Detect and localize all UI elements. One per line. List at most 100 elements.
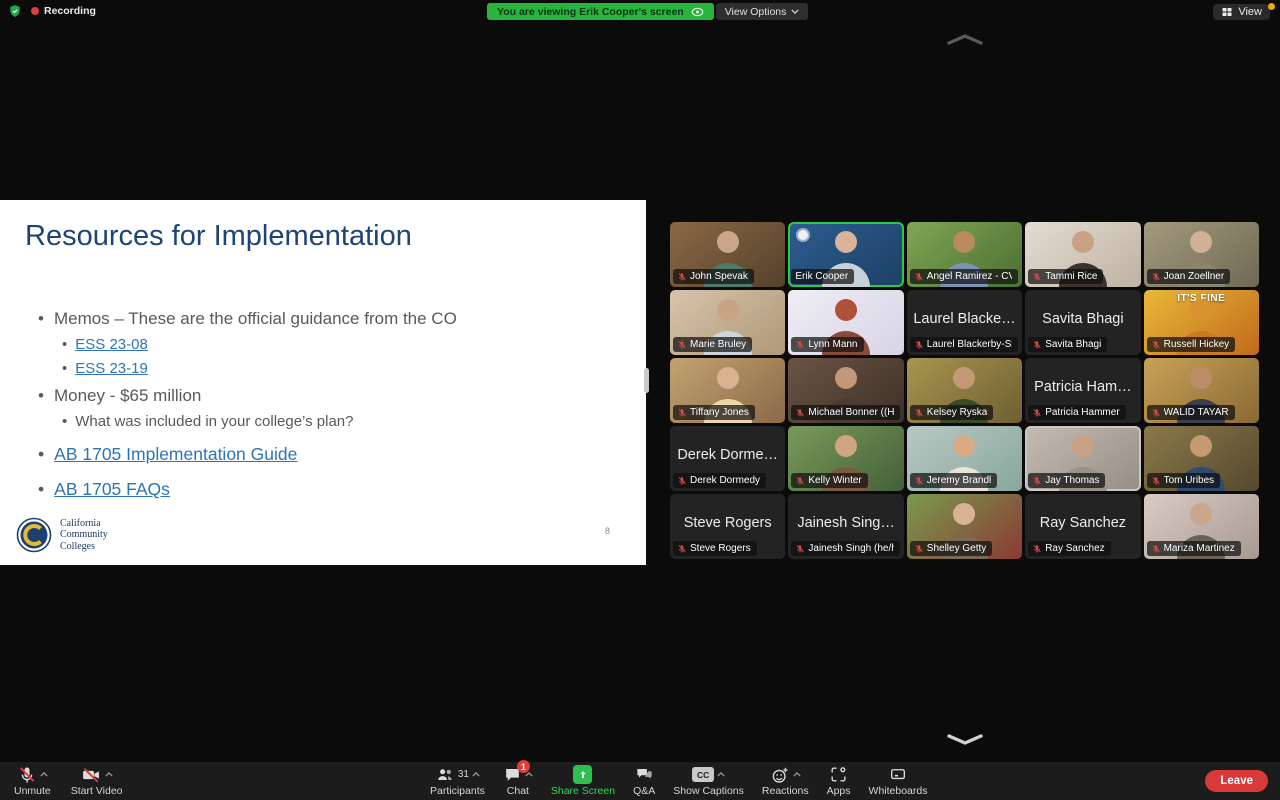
bullet-text: ESS 23-19 (75, 360, 148, 377)
participant-name: Savita Bhagi (1045, 339, 1101, 350)
muted-mic-icon (677, 272, 687, 282)
panel-resize-handle[interactable] (644, 368, 649, 393)
person-silhouette-head (953, 435, 975, 457)
reactions-button[interactable]: Reactions (756, 762, 815, 800)
person-silhouette-head (835, 367, 857, 389)
show-captions-label: Show Captions (673, 785, 744, 797)
participant-tile[interactable]: Kelly Winter (788, 426, 903, 491)
participant-tile[interactable]: Patricia Ham…Patricia Hammer (1025, 358, 1140, 423)
chevron-down-icon (791, 9, 799, 14)
participant-name-tag: Jay Thomas (1028, 473, 1105, 488)
slide-link[interactable]: •ESS 23-08 (62, 336, 618, 353)
participant-tile[interactable]: Angel Ramirez - CVH… (907, 222, 1022, 287)
person-silhouette-head (1190, 367, 1212, 389)
participant-name: Tiffany Jones (690, 407, 749, 418)
chevron-up-icon[interactable] (793, 772, 801, 777)
participant-tile[interactable]: Jeremy Brandl (907, 426, 1022, 491)
college-logo-text: California Community Colleges (60, 518, 108, 553)
chevron-up-icon[interactable] (472, 772, 480, 777)
participant-grid: John Spevak Erik Cooper Angel Ramirez - CV… (670, 222, 1259, 559)
participant-tile[interactable]: Laurel Blacke…Laurel Blackerby-Slat… (907, 290, 1022, 355)
qa-button[interactable]: Q&A (627, 762, 661, 800)
participant-tile[interactable]: Kelsey Ryska (907, 358, 1022, 423)
leave-button[interactable]: Leave (1205, 770, 1268, 792)
participant-name: Tom Uribes (1164, 475, 1215, 486)
participant-tile[interactable]: Derek Dorme…Derek Dormedy (670, 426, 785, 491)
apps-button[interactable]: Apps (821, 762, 857, 800)
share-screen-button[interactable]: Share Screen (545, 762, 621, 800)
chevron-up-icon[interactable] (717, 772, 725, 777)
bullet-text: Money - $65 million (54, 386, 201, 406)
participant-name-tag: Russell Hickey (1147, 337, 1236, 352)
start-video-button[interactable]: Start Video (65, 762, 129, 800)
muted-mic-icon (1151, 340, 1161, 350)
participant-tile[interactable]: Mariza Martinez (1144, 494, 1259, 559)
participants-button[interactable]: 31 Participants (424, 762, 491, 800)
camera-off-icon (80, 765, 102, 785)
participant-tile[interactable]: Joan Zoellner (1144, 222, 1259, 287)
muted-mic-icon (1151, 476, 1161, 486)
participant-name-tag: Jeremy Brandl (910, 473, 997, 488)
slide-link[interactable]: •AB 1705 FAQs (38, 479, 618, 500)
chat-label: Chat (507, 785, 529, 797)
participant-tile[interactable]: Steve RogersSteve Rogers (670, 494, 785, 559)
muted-mic-icon (1032, 340, 1042, 350)
participant-tile[interactable]: Shelley Getty (907, 494, 1022, 559)
participant-tile[interactable]: IT'S FINERussell Hickey (1144, 290, 1259, 355)
bullet-marker: • (38, 309, 44, 329)
bullet-text: Memos – These are the official guidance … (54, 309, 457, 329)
view-options-label: View Options (725, 6, 787, 18)
participant-name-tag: Tiffany Jones (673, 405, 755, 420)
participant-tile[interactable]: Savita BhagiSavita Bhagi (1025, 290, 1140, 355)
participant-name: Mariza Martinez (1164, 543, 1235, 554)
recording-dot-icon (31, 7, 39, 15)
gallery-scroll-down-icon[interactable] (946, 733, 984, 746)
participant-tile[interactable]: Jay Thomas (1025, 426, 1140, 491)
slide-link[interactable]: • ESS 23-19 (62, 360, 618, 377)
chevron-up-icon[interactable] (105, 772, 113, 777)
participant-name-tag: John Spevak (673, 269, 754, 284)
participant-name: Patricia Hammer (1045, 407, 1119, 418)
participant-tile[interactable]: Erik Cooper (788, 222, 903, 287)
person-silhouette-head (835, 435, 857, 457)
muted-mic-icon (1032, 408, 1042, 418)
gallery-scroll-up-icon[interactable] (946, 33, 984, 46)
muted-mic-icon (914, 272, 924, 282)
security-shield-icon[interactable] (8, 4, 22, 18)
unmute-label: Unmute (14, 785, 51, 797)
participant-tile[interactable]: Ray SanchezRay Sanchez (1025, 494, 1140, 559)
participant-tile[interactable]: WALID TAYAR (1144, 358, 1259, 423)
participant-name: WALID TAYAR (1164, 407, 1229, 418)
toolbar-left-group: Unmute Start Video (8, 762, 129, 800)
share-screen-label: Share Screen (551, 785, 615, 797)
chevron-up-icon[interactable] (525, 772, 533, 777)
participant-tile[interactable]: John Spevak (670, 222, 785, 287)
participant-tile[interactable]: Lynn Mann (788, 290, 903, 355)
chevron-up-icon[interactable] (40, 772, 48, 777)
participant-tile[interactable]: Tom Uribes (1144, 426, 1259, 491)
participant-name: Erik Cooper (795, 271, 848, 282)
closed-captions-icon: CC (692, 767, 714, 782)
person-silhouette-head (1072, 231, 1094, 253)
participant-tile[interactable]: Michael Bonner ((He/… (788, 358, 903, 423)
participant-tile[interactable]: Marie Bruley (670, 290, 785, 355)
bullet-text: ESS 23-08 (75, 336, 148, 353)
participant-tile[interactable]: Jainesh Sing…Jainesh Singh (he/him) (788, 494, 903, 559)
whiteboards-button[interactable]: Whiteboards (863, 762, 934, 800)
show-captions-button[interactable]: CC Show Captions (667, 762, 750, 800)
unmute-button[interactable]: Unmute (8, 762, 57, 800)
view-options-button[interactable]: View Options (716, 3, 809, 20)
person-silhouette-head (953, 231, 975, 253)
muted-mic-icon (677, 408, 687, 418)
bullet-marker: • (62, 360, 67, 377)
participant-tile[interactable]: Tammi Rice (1025, 222, 1140, 287)
person-silhouette-head (1072, 435, 1094, 457)
person-silhouette-head (953, 503, 975, 525)
slide-link[interactable]: •AB 1705 Implementation Guide (38, 444, 618, 465)
chat-button[interactable]: 1 Chat (497, 762, 539, 800)
slide-bullet-list: • Memos – These are the official guidance… (38, 300, 618, 500)
view-button[interactable]: View (1213, 4, 1270, 20)
participant-name: Joan Zoellner (1164, 271, 1225, 282)
participant-tile[interactable]: Tiffany Jones (670, 358, 785, 423)
muted-mic-icon (795, 340, 805, 350)
